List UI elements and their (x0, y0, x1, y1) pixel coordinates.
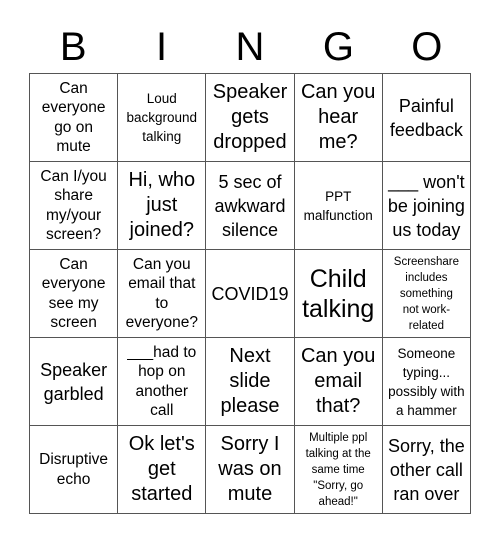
bingo-cell[interactable]: ___ won't be joining us today (382, 162, 471, 250)
bingo-cell[interactable]: Child talking (294, 250, 383, 338)
bingo-cell-text: Speaker gets dropped (212, 81, 288, 153)
bingo-cell-text: Hi, who just joined? (128, 169, 196, 241)
bingo-cell[interactable]: Can I/you share my/your screen? (30, 162, 119, 250)
bingo-cell[interactable]: Loud background talking (118, 74, 207, 162)
bingo-cell-text: Ok let's get started (128, 433, 195, 505)
bingo-cell-text: Loud background talking (126, 91, 198, 144)
bingo-cell[interactable]: COVID19 (206, 250, 295, 338)
bingo-cell[interactable]: Can everyone go on mute (30, 74, 119, 162)
bingo-cell-text: Sorry I was on mute (218, 433, 282, 505)
header-letter-o: O (411, 25, 443, 69)
bingo-cell-text: ___ won't be joining us today (387, 171, 465, 240)
bingo-cell-text: Can you hear me? (300, 81, 376, 153)
bingo-header: B I N G O (29, 22, 471, 72)
bingo-cell-text: ___had to hop on another call (127, 343, 197, 420)
bingo-cell-text: Can you email that to everyone? (125, 255, 198, 332)
bingo-cell-text: COVID19 (211, 283, 289, 304)
header-letter-n: N (235, 25, 265, 69)
bingo-cell[interactable]: PPT malfunction (294, 162, 383, 250)
bingo-cell-text: Disruptive echo (39, 451, 109, 488)
bingo-cell[interactable]: Hi, who just joined? (118, 162, 207, 250)
bingo-cell-text: Next slide please (220, 345, 280, 417)
bingo-cell[interactable]: Can you email that? (294, 338, 383, 426)
bingo-cell[interactable]: Sorry I was on mute (206, 426, 295, 514)
bingo-cell-text: Multiple ppl talking at the same time "S… (305, 431, 371, 508)
bingo-cell[interactable]: ___had to hop on another call (118, 338, 207, 426)
bingo-cell-text: Child talking (302, 264, 375, 323)
bingo-cell-text: Someone typing... possibly with a hammer (388, 345, 465, 418)
bingo-cell[interactable]: 5 sec of awkward silence (206, 162, 295, 250)
bingo-cell[interactable]: Can you email that to everyone? (118, 250, 207, 338)
bingo-cell[interactable]: Sorry, the other call ran over (382, 426, 471, 514)
bingo-cell-text: Can everyone go on mute (41, 79, 106, 156)
bingo-cell-text: Screenshare includes something not work-… (393, 255, 459, 332)
bingo-cell-text: Painful feedback (389, 95, 463, 140)
bingo-cell[interactable]: Someone typing... possibly with a hammer (382, 338, 471, 426)
bingo-cell-text: 5 sec of awkward silence (214, 171, 286, 240)
bingo-cell-text: PPT malfunction (303, 188, 373, 223)
bingo-cell-text: Speaker garbled (40, 359, 108, 404)
bingo-cell[interactable]: Disruptive echo (30, 426, 119, 514)
bingo-cell[interactable]: Can you hear me? (294, 74, 383, 162)
bingo-cell[interactable]: Ok let's get started (118, 426, 207, 514)
header-letter-b: B (59, 25, 87, 69)
bingo-cell-text: Can you email that? (300, 345, 376, 417)
header-letter-i: I (156, 25, 168, 69)
bingo-cell[interactable]: Next slide please (206, 338, 295, 426)
header-letter-g: G (322, 25, 354, 69)
bingo-cell-text: Sorry, the other call ran over (388, 435, 465, 504)
bingo-cell[interactable]: Speaker gets dropped (206, 74, 295, 162)
bingo-cell-text: Can everyone see my screen (41, 255, 106, 332)
bingo-cell[interactable]: Painful feedback (382, 74, 471, 162)
bingo-cell[interactable]: Can everyone see my screen (30, 250, 119, 338)
bingo-card: Can everyone go on mute Loud background t… (29, 73, 471, 514)
bingo-cell[interactable]: Screenshare includes something not work-… (382, 250, 471, 338)
bingo-cell[interactable]: Speaker garbled (30, 338, 119, 426)
bingo-cell-text: Can I/you share my/your screen? (40, 167, 107, 244)
bingo-cell[interactable]: Multiple ppl talking at the same time "S… (294, 426, 383, 514)
